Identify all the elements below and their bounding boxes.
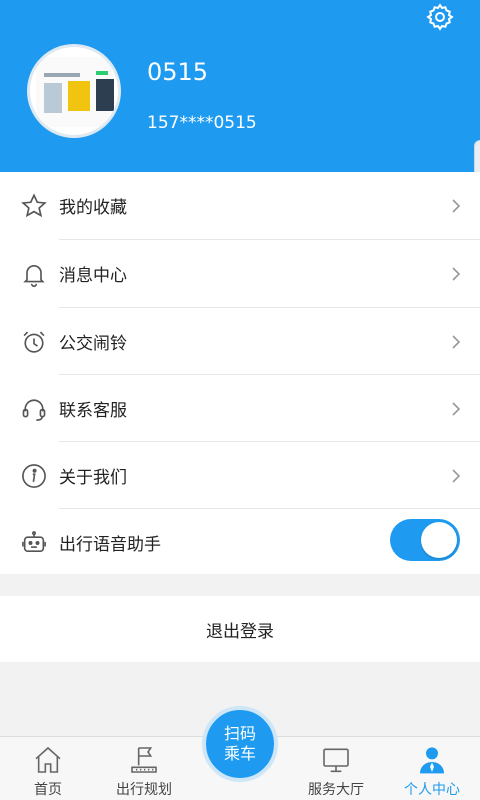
- phone-number: 157****0515: [147, 113, 257, 133]
- menu-item-label: 消息中心: [59, 266, 127, 286]
- scan-button-line1: 扫码: [223, 724, 256, 743]
- route-flag-icon: [126, 743, 162, 777]
- tab-home[interactable]: 首页: [0, 737, 96, 800]
- scan-button-line2: 乘车: [223, 744, 256, 763]
- tab-service-hall[interactable]: 服务大厅: [288, 737, 384, 800]
- tab-personal-center[interactable]: 个人中心: [384, 737, 480, 800]
- tab-label: 出行规划: [116, 782, 172, 798]
- menu-item-about-us[interactable]: 关于我们: [0, 442, 480, 509]
- tab-label: 首页: [34, 782, 62, 798]
- menu-item-label: 出行语音助手: [59, 535, 161, 555]
- profile-header: 0515 157****0515: [0, 0, 480, 172]
- star-icon: [20, 192, 48, 220]
- chevron-right-icon: [452, 198, 461, 213]
- logout-button[interactable]: 退出登录: [0, 596, 480, 662]
- chevron-right-icon: [452, 266, 461, 281]
- menu-item-label: 公交闹铃: [59, 334, 127, 354]
- scan-to-ride-button[interactable]: 扫码 乘车: [202, 706, 278, 782]
- person-icon: [414, 743, 450, 777]
- alarm-clock-icon: [20, 328, 48, 356]
- tab-label: 服务大厅: [308, 782, 364, 798]
- chevron-right-icon: [452, 401, 461, 416]
- menu-item-favorites[interactable]: 我的收藏: [0, 172, 480, 239]
- menu-item-customer-service[interactable]: 联系客服: [0, 375, 480, 442]
- chevron-right-icon: [452, 334, 461, 349]
- settings-button[interactable]: [422, 0, 458, 34]
- menu-item-bus-alarm[interactable]: 公交闹铃: [0, 308, 480, 375]
- tab-trip-planning[interactable]: 出行规划: [96, 737, 192, 800]
- menu-list: 我的收藏 消息中心 公交闹铃 联系客服 关于我们 出行语音助手: [0, 172, 480, 574]
- tab-label: 个人中心: [404, 782, 460, 798]
- home-icon: [30, 743, 66, 777]
- toggle-knob: [421, 522, 457, 558]
- bell-icon: [20, 260, 48, 288]
- headset-icon: [20, 395, 48, 423]
- voice-assistant-toggle[interactable]: [390, 519, 460, 561]
- monitor-icon: [318, 743, 354, 777]
- username: 0515: [147, 58, 209, 86]
- menu-item-label: 我的收藏: [59, 198, 127, 218]
- menu-item-label: 关于我们: [59, 468, 127, 488]
- menu-item-label: 联系客服: [59, 401, 127, 421]
- menu-item-messages[interactable]: 消息中心: [0, 240, 480, 307]
- info-icon: [20, 462, 48, 490]
- chevron-right-icon: [452, 468, 461, 483]
- avatar-image: [36, 57, 114, 127]
- avatar[interactable]: [27, 44, 121, 138]
- robot-icon: [20, 529, 48, 557]
- gear-icon: [426, 3, 454, 31]
